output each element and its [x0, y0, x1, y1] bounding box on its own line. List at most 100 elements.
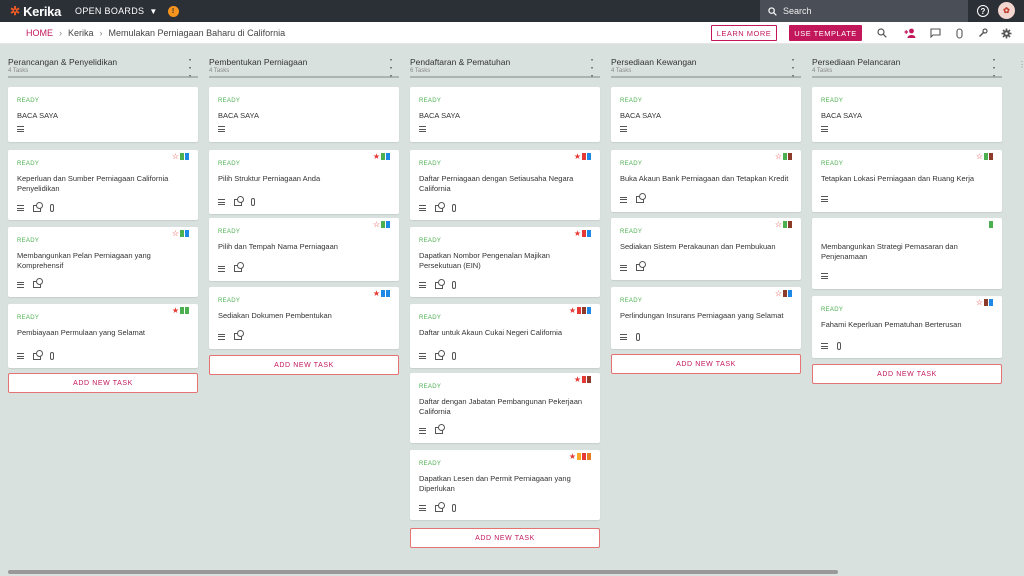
star-outline-icon[interactable]: ☆ — [775, 153, 782, 161]
task-status: READY — [821, 161, 844, 167]
column-title[interactable]: Persediaan Pelancaran — [812, 57, 1002, 67]
task-card[interactable]: ☆ READY Membangunkan Pelan Perniagaan yang… — [8, 227, 198, 297]
attachment-icon — [452, 281, 456, 289]
task-icons — [620, 126, 627, 132]
bookmark-tag-icon — [783, 290, 787, 297]
task-card[interactable]: READY BACA SAYA — [8, 87, 198, 142]
star-icon[interactable]: ★ — [172, 307, 179, 315]
column-task-count: 4 Tasks — [611, 68, 632, 74]
task-title: Sediakan Sistem Perakaunan dan Pembukuan — [620, 242, 776, 251]
star-icon[interactable]: ★ — [569, 453, 576, 461]
add-person-icon[interactable] — [903, 26, 917, 40]
horizontal-scrollbar[interactable] — [8, 570, 838, 574]
task-title: Sediakan Dokumen Pembentukan — [218, 311, 332, 320]
column-menu-icon[interactable]: · · · — [792, 56, 795, 82]
column-title[interactable]: Pendaftaran & Pematuhan — [410, 57, 600, 67]
card-flags: ☆ — [775, 153, 792, 161]
open-boards-menu[interactable]: OPEN BOARDS ▼ — [75, 6, 158, 16]
star-outline-icon[interactable]: ☆ — [373, 221, 380, 229]
task-title: BACA SAYA — [17, 111, 58, 120]
attachment-icon[interactable] — [952, 26, 966, 40]
add-new-task-button[interactable]: ADD NEW TASK — [209, 355, 399, 375]
board-column: Persediaan Pelancaran 4 Tasks · · · READY BACA… — [812, 44, 1002, 564]
task-title: Pilih Struktur Perniagaan Anda — [218, 174, 321, 183]
description-icon — [419, 282, 426, 288]
description-icon — [821, 343, 828, 349]
star-outline-icon[interactable]: ☆ — [172, 153, 179, 161]
task-status: READY — [419, 315, 442, 321]
task-card[interactable]: READY BACA SAYA — [812, 87, 1002, 142]
column-menu-icon[interactable]: · · · — [189, 56, 192, 82]
task-card[interactable]: ☆ READY Tetapkan Lokasi Perniagaan dan Rua… — [812, 150, 1002, 212]
task-icons — [620, 333, 640, 341]
task-card[interactable]: ★ READY Pilih Struktur Perniagaan Anda — [209, 150, 399, 214]
task-icons — [419, 349, 456, 360]
task-card[interactable]: READY BACA SAYA — [410, 87, 600, 142]
help-icon[interactable]: ? — [977, 5, 989, 17]
task-card[interactable]: ★ READY Dapatkan Lesen dan Permit Perniaga… — [410, 450, 600, 520]
task-card[interactable]: READY BACA SAYA — [611, 87, 801, 142]
checklist-icon — [636, 193, 646, 203]
gear-icon[interactable] — [999, 26, 1013, 40]
bookmark-tag-icon — [984, 299, 988, 306]
add-new-task-button[interactable]: ADD NEW TASK — [410, 528, 600, 548]
wrench-icon[interactable] — [976, 26, 990, 40]
column-title[interactable]: Persediaan Kewangan — [611, 57, 801, 67]
star-icon[interactable]: ★ — [574, 230, 581, 238]
task-card[interactable]: ☆ READY Keperluan dan Sumber Perniagaan Ca… — [8, 150, 198, 220]
star-outline-icon[interactable]: ☆ — [976, 153, 983, 161]
task-card[interactable]: ★ READY Sediakan Dokumen Pembentukan — [209, 287, 399, 349]
breadcrumb-home[interactable]: HOME — [26, 28, 53, 38]
task-card[interactable]: ★ READY Pembiayaan Permulaan yang Selamat — [8, 304, 198, 368]
star-icon[interactable]: ★ — [373, 153, 380, 161]
chat-icon[interactable] — [928, 26, 942, 40]
task-card[interactable]: ★ READY Daftar Perniagaan dengan Setiausah… — [410, 150, 600, 220]
task-card[interactable]: ★ READY Daftar untuk Akaun Cukai Negeri Ca… — [410, 304, 600, 368]
task-card[interactable]: ☆ READY Buka Akaun Bank Perniagaan dan Tet… — [611, 150, 801, 212]
star-outline-icon[interactable]: ☆ — [775, 221, 782, 229]
kerika-logo[interactable]: ✲ Kerika — [10, 4, 61, 19]
use-template-button[interactable]: USE TEMPLATE — [789, 25, 862, 41]
task-card[interactable]: ☆ READY Pilih dan Tempah Nama Perniagaan — [209, 218, 399, 281]
star-icon[interactable]: ★ — [574, 376, 581, 384]
column-menu-icon[interactable]: · · · — [993, 56, 996, 82]
task-icons — [17, 349, 54, 360]
search-icon[interactable] — [875, 26, 889, 40]
column-title[interactable]: Pembentukan Perniagaan — [209, 57, 399, 67]
task-card[interactable]: ☆ READY Fahami Keperluan Pematuhan Berteru… — [812, 296, 1002, 358]
checklist-icon — [234, 330, 244, 340]
star-outline-icon[interactable]: ☆ — [172, 230, 179, 238]
notification-icon[interactable]: ! — [167, 5, 179, 17]
column-task-count: 4 Tasks — [812, 68, 833, 74]
card-flags: ★ — [373, 153, 390, 161]
task-card[interactable]: ☆ READY Perlindungan Insurans Perniagaan y… — [611, 287, 801, 349]
search-input[interactable]: Search — [760, 0, 968, 22]
task-card[interactable]: READY BACA SAYA — [209, 87, 399, 142]
column-task-count: 6 Tasks — [410, 68, 431, 74]
task-card[interactable]: ★ READY Daftar dengan Jabatan Pembangunan … — [410, 373, 600, 443]
card-flags: ★ — [574, 230, 591, 238]
star-outline-icon[interactable]: ☆ — [976, 299, 983, 307]
column-menu-icon[interactable]: · · · — [591, 56, 594, 82]
avatar[interactable]: ✿ — [998, 2, 1015, 19]
description-icon — [620, 334, 627, 340]
task-title: Membangunkan Pelan Perniagaan yang Kompr… — [17, 251, 151, 270]
task-card[interactable]: Membangunkan Strategi Pemasaran dan Penj… — [812, 218, 1002, 289]
task-card[interactable]: ★ READY Dapatkan Nombor Pengenalan Majikan… — [410, 227, 600, 297]
add-new-task-button[interactable]: ADD NEW TASK — [8, 373, 198, 393]
task-card[interactable]: ☆ READY Sediakan Sistem Perakaunan dan Pem… — [611, 218, 801, 280]
task-title: Fahami Keperluan Pematuhan Berterusan — [821, 320, 962, 329]
add-new-task-button[interactable]: ADD NEW TASK — [812, 364, 1002, 384]
column-menu-icon[interactable]: · · · — [390, 56, 393, 82]
breadcrumb-account[interactable]: Kerika — [68, 28, 94, 38]
checklist-icon — [33, 349, 43, 360]
task-title: Pilih dan Tempah Nama Perniagaan — [218, 242, 338, 251]
learn-more-button[interactable]: LEARN MORE — [711, 25, 777, 41]
column-title[interactable]: Perancangan & Penyelidikan — [8, 57, 198, 67]
add-new-task-button[interactable]: ADD NEW TASK — [611, 354, 801, 374]
star-outline-icon[interactable]: ☆ — [775, 290, 782, 298]
star-icon[interactable]: ★ — [574, 153, 581, 161]
bookmark-tag-icon — [386, 153, 390, 160]
star-icon[interactable]: ★ — [569, 307, 576, 315]
star-icon[interactable]: ★ — [373, 290, 380, 298]
